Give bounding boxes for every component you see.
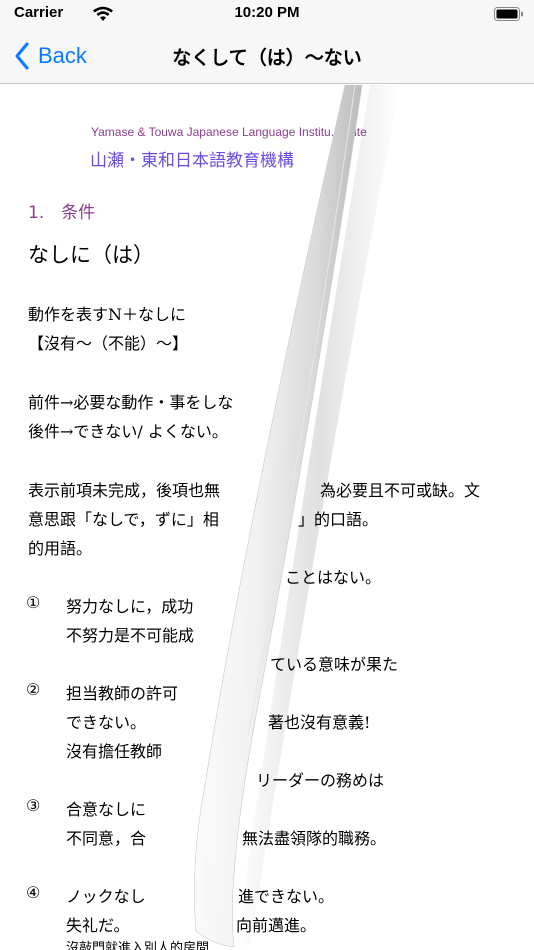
body-line: 【沒有〜（不能）〜】 [28, 334, 189, 353]
example-line: 失礼だ。 [66, 916, 130, 935]
clock-label: 10:20 PM [234, 4, 300, 21]
example-line: 担当教師の許可 [66, 684, 179, 703]
example-line: 合意なしに [66, 800, 147, 819]
example-line: 向前邁進。 [236, 916, 317, 935]
example-number: ③ [26, 796, 41, 815]
example-line: 努力なしに，成功 [66, 597, 194, 616]
grammar-heading: なしに（は） [28, 243, 154, 267]
body-line: ことはない。 [285, 568, 382, 587]
document-page[interactable]: Yamase & Touwa Japanese Language Institu… [0, 85, 534, 950]
example-line: ノックなし [66, 887, 146, 906]
example-line: リーダーの務めは [256, 771, 385, 790]
example-number: ② [26, 680, 41, 699]
institute-name-en: Yamase & Touwa Japanese Language Institu… [91, 125, 367, 139]
body-line: 」的口語。 [298, 510, 379, 529]
example-line: ている意味が果た [270, 655, 399, 674]
example-line: できない。 [66, 713, 147, 732]
example-number: ④ [26, 883, 41, 902]
navigation-bar: Back なくして（は）〜ない [0, 30, 534, 84]
status-bar: Carrier 10:20 PM [0, 0, 534, 30]
body-line: 前件→必要な動作・事をしな [28, 393, 234, 412]
body-line: 意思跟「なしで，ずに」相 [28, 510, 219, 529]
page-title: なくして（は）〜ない [172, 47, 362, 69]
example-number: ① [26, 593, 41, 612]
example-line: 進できない。 [238, 887, 335, 906]
body-line: 表示前項未完成，後項也無 [28, 481, 221, 500]
example-line: 沒敲門就進入別人的房間 [66, 941, 210, 950]
example-line: 著也沒有意義! [268, 713, 371, 732]
example-line: 沒有擔任教師 [66, 742, 163, 761]
example-line: 無法盡領隊的職務。 [242, 829, 387, 848]
battery-icon [494, 7, 523, 21]
body-line: 的用語。 [28, 539, 93, 558]
example-line: 不同意，合 [66, 829, 147, 848]
section-title: 1. 条件 [28, 203, 96, 223]
example-line: 不努力是不可能成 [66, 626, 195, 645]
body-line: 為必要且不可或缺。文 [320, 481, 481, 500]
body-line: 後件→できない/ よくない。 [28, 422, 228, 441]
body-line: 動作を表すN＋なしに [28, 305, 187, 324]
institute-name-ja: 山瀬・東和日本語教育機構 [90, 151, 294, 171]
